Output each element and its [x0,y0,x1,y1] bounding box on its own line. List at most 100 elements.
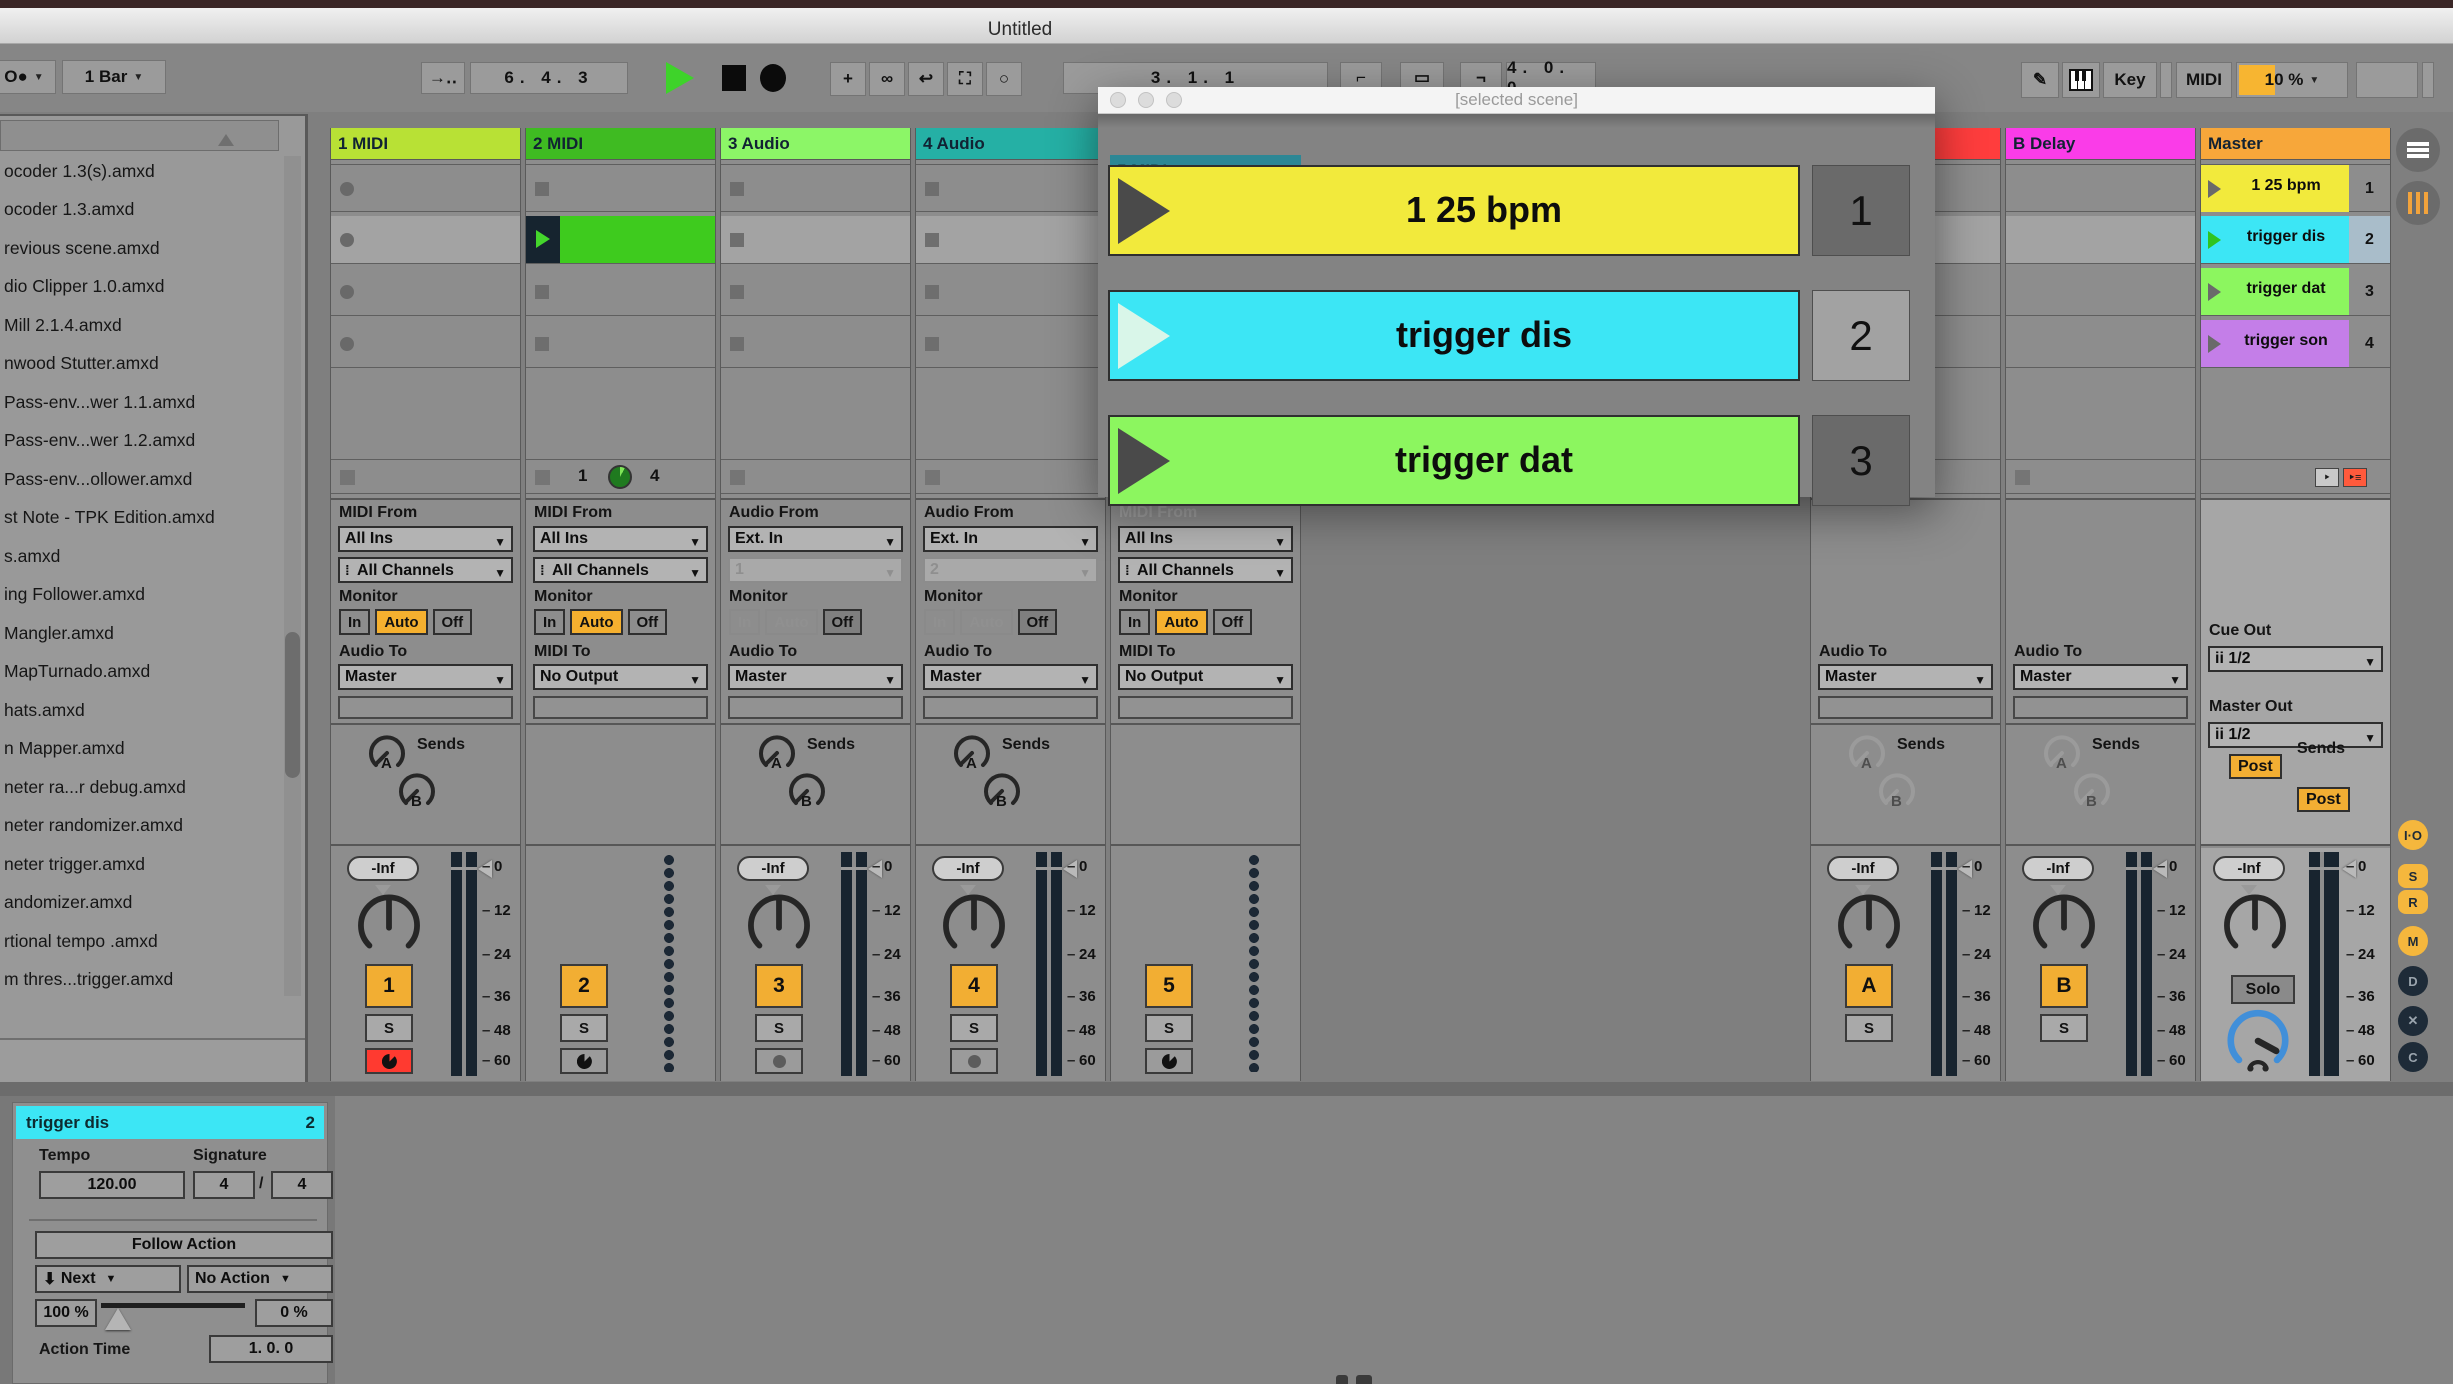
record-slot-icon[interactable] [340,233,354,247]
clip-stop-button[interactable] [535,470,550,485]
solo-button[interactable]: S [365,1014,413,1042]
scene-launch[interactable]: 1 25 bpm [2201,165,2349,212]
browser-item[interactable]: Pass-env...wer 1.2.amxd [4,421,275,459]
track-view-toggle[interactable] [2396,181,2440,225]
scene-number-display-3[interactable]: 3 [1812,415,1910,506]
chance-b-field[interactable]: 0 % [255,1299,333,1327]
monitor-auto-button[interactable]: Auto [375,609,427,635]
clip-stop-button[interactable] [2015,470,2030,485]
track-activator[interactable]: 4 [950,964,998,1008]
solo-button[interactable]: S [755,1014,803,1042]
track-header[interactable]: 1 MIDI [331,128,520,160]
stop-slot-icon[interactable] [925,337,939,351]
record-button[interactable] [760,64,786,92]
tempo-field[interactable]: 120.00 [39,1171,185,1199]
cue-out-dropdown[interactable]: ii 1/2 [2208,646,2383,672]
monitor-auto-button[interactable]: Auto [960,609,1012,635]
clip-slot[interactable] [331,216,520,264]
clip-slot[interactable] [526,268,715,316]
clip-slot[interactable] [331,320,520,368]
monitor-in-button[interactable]: In [924,609,955,635]
track-activator[interactable]: 5 [1145,964,1193,1008]
monitor-in-button[interactable]: In [729,609,760,635]
clip-slot[interactable] [916,216,1105,264]
record-slot-icon[interactable] [340,285,354,299]
browser-scrollbar[interactable] [284,156,301,996]
arrangement-position[interactable]: 6. 4. 3 [470,62,628,94]
chance-a-field[interactable]: 100 % [35,1299,97,1327]
quantization-bar-menu[interactable]: 1 Bar ▼ [62,60,166,94]
browser-item[interactable]: Mill 2.1.4.amxd [4,306,275,344]
output-dropdown[interactable]: Master [2013,664,2188,690]
input-channel-dropdown[interactable]: ⁞All Channels [1118,557,1293,583]
arm-button[interactable] [950,1048,998,1074]
track-header[interactable]: 3 Audio [721,128,910,160]
arm-button[interactable] [1145,1048,1193,1074]
send-b-knob[interactable]: B [982,771,1022,811]
scene-number[interactable]: 3 [2349,268,2390,315]
stop-all-clips-button[interactable]: ‣ [2315,468,2339,487]
pan-knob[interactable] [355,892,423,960]
volume-field[interactable]: -Inf [737,856,809,881]
browser-scrollbar-thumb[interactable] [285,632,300,778]
clip-slot[interactable] [721,164,910,212]
scene-number-display-2[interactable]: 2 [1812,290,1910,381]
browser-item[interactable]: s.amxd [4,537,275,575]
scene-trigger-button-3[interactable]: trigger dat [1108,415,1800,506]
volume-field[interactable]: -Inf [2022,856,2094,881]
clip-slot-playing[interactable] [526,216,715,264]
show-returns-toggle[interactable]: R [2398,890,2428,914]
show-performance-toggle[interactable]: C [2398,1042,2428,1072]
arm-button[interactable] [560,1048,608,1074]
clip-slot[interactable] [331,164,520,212]
clip-slot[interactable] [331,268,520,316]
punch-selection-button[interactable]: ⛶ [947,62,983,96]
follow-action-button[interactable]: Follow Action [35,1231,333,1259]
scene-launch[interactable]: trigger dat [2201,268,2349,315]
solo-button[interactable]: S [1145,1014,1193,1042]
browser-item[interactable]: nwood Stutter.amxd [4,344,275,382]
stop-slot-icon[interactable] [925,285,939,299]
monitor-in-button[interactable]: In [534,609,565,635]
track-activator[interactable]: 1 [365,964,413,1008]
monitor-auto-button[interactable]: Auto [765,609,817,635]
monitor-off-button[interactable]: Off [433,609,473,635]
clip-stop-row[interactable] [916,459,1105,494]
send-a-pre-post-toggle[interactable]: Post [2229,754,2282,779]
clip-play-button[interactable] [526,216,560,263]
scene-number[interactable]: 2 [2349,216,2390,263]
send-b-knob[interactable]: B [397,771,437,811]
follow-action-a-dropdown[interactable]: ⬇ Next [35,1265,181,1293]
clip-stop-button[interactable] [925,470,940,485]
browser-item[interactable]: MapTurnado.amxd [4,652,275,690]
input-type-dropdown[interactable]: All Ins [533,526,708,552]
stop-slot-icon[interactable] [535,285,549,299]
monitor-auto-button[interactable]: Auto [570,609,622,635]
show-crossfader-toggle[interactable]: ✕ [2398,1006,2428,1036]
browser-item[interactable]: neter randomizer.amxd [4,806,275,844]
send-a-knob[interactable]: A [757,733,797,773]
floating-window-titlebar[interactable]: [selected scene] [1098,87,1935,114]
stop-slot-icon[interactable] [730,233,744,247]
solo-button[interactable]: S [560,1014,608,1042]
track-activator[interactable]: A [1845,964,1893,1008]
stop-slot-icon[interactable] [925,233,939,247]
output-dropdown[interactable]: Master [728,664,903,690]
quantization-menu[interactable]: O● ▼ [0,60,56,94]
pan-knob[interactable] [2030,892,2098,960]
solo-button[interactable]: S [2040,1014,2088,1042]
arm-button[interactable] [755,1048,803,1074]
stop-button[interactable] [722,65,746,91]
volume-field[interactable]: -Inf [932,856,1004,881]
browser-item[interactable]: n Mapper.amxd [4,729,275,767]
send-a-knob[interactable]: A [952,733,992,773]
clip-slot[interactable] [721,268,910,316]
monitor-off-button[interactable]: Off [628,609,668,635]
master-solo-button[interactable]: Solo [2231,975,2295,1004]
track-header[interactable]: 4 Audio [916,128,1105,160]
send-b-knob[interactable]: B [1877,771,1917,811]
browser-item[interactable]: dio Clipper 1.0.amxd [4,267,275,305]
track-activator[interactable]: 2 [560,964,608,1008]
browser-item[interactable]: st Note - TPK Edition.amxd [4,498,275,536]
send-b-knob[interactable]: B [2072,771,2112,811]
